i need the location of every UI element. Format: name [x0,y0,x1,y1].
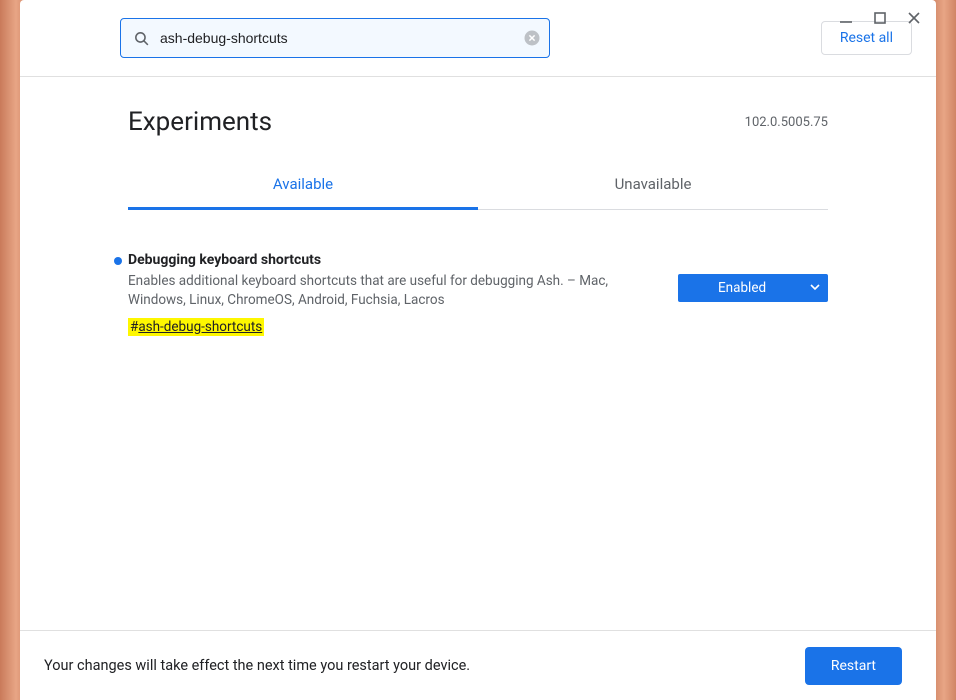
flag-modified-indicator [114,257,122,265]
minimize-button[interactable] [836,8,856,28]
close-button[interactable] [904,8,924,28]
window-controls [836,8,924,28]
clear-search-button[interactable] [523,29,541,47]
flag-item: Debugging keyboard shortcuts Enables add… [128,210,828,335]
chevron-down-icon [810,280,820,296]
flag-controls: Enabled [678,252,828,302]
flag-state-value: Enabled [718,280,766,296]
clear-icon [523,29,541,47]
chrome-flags-window: Reset all Experiments 102.0.5005.75 Avai… [20,0,936,700]
tab-available[interactable]: Available [128,161,478,210]
version-label: 102.0.5005.75 [745,115,828,130]
top-bar: Reset all [20,0,936,76]
flag-title: Debugging keyboard shortcuts [128,252,654,268]
minimize-icon [839,11,853,25]
search-input[interactable] [160,19,513,57]
flag-description: Enables additional keyboard shortcuts th… [128,272,654,310]
flag-info: Debugging keyboard shortcuts Enables add… [128,252,654,335]
flag-hash-link[interactable]: #ash-debug-shortcuts [128,318,264,336]
page-title: Experiments [128,107,272,137]
maximize-button[interactable] [870,8,890,28]
restart-bar: Your changes will take effect the next t… [20,630,936,700]
flag-hash-text: ash-debug-shortcuts [138,319,262,335]
restart-button[interactable]: Restart [805,647,902,685]
maximize-icon [874,12,886,24]
content-area: Experiments 102.0.5005.75 Available Unav… [20,77,936,700]
heading-row: Experiments 102.0.5005.75 [128,77,828,161]
restart-message: Your changes will take effect the next t… [44,657,470,674]
flag-state-select[interactable]: Enabled [678,274,828,302]
search-icon [133,30,150,47]
tab-unavailable[interactable]: Unavailable [478,161,828,210]
search-box [120,18,550,58]
close-icon [907,11,921,25]
tabs: Available Unavailable [128,161,828,210]
